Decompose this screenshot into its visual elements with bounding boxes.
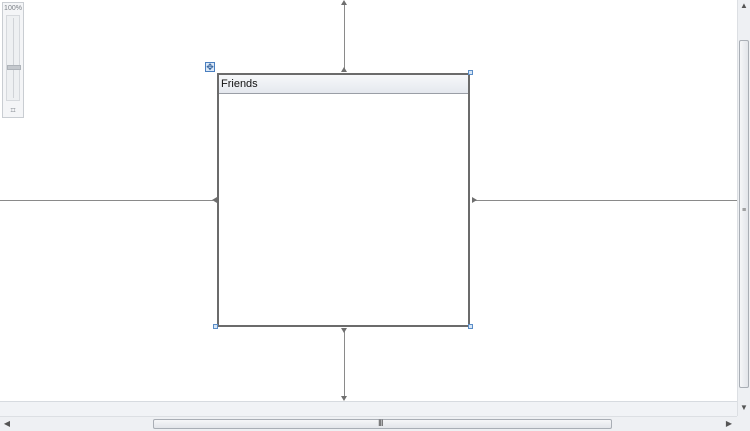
vertical-scroll-thumb[interactable]: ≡ <box>739 40 749 388</box>
anchor-top-icon[interactable] <box>341 67 347 72</box>
scroll-down-icon[interactable]: ▼ <box>739 403 749 413</box>
connector-right <box>475 200 737 201</box>
scroll-right-icon[interactable]: ▶ <box>724 419 734 429</box>
scrollbar-corner <box>737 416 750 431</box>
element-header: Friends <box>219 75 468 94</box>
horizontal-scrollbar[interactable]: ◀ III ▶ <box>0 416 737 431</box>
vertical-scrollbar[interactable]: ▲ ≡ ▼ <box>737 0 750 416</box>
move-handle-icon[interactable]: ✥ <box>205 62 215 72</box>
resize-handle-bottom-left[interactable] <box>213 324 218 329</box>
anchor-right-icon[interactable] <box>472 197 477 203</box>
resize-handle-top-right[interactable] <box>468 70 473 75</box>
horizontal-grip-icon: III <box>378 418 383 428</box>
connector-top <box>344 3 345 71</box>
vertical-grip-icon: ≡ <box>742 207 747 214</box>
zoom-slider[interactable] <box>6 15 21 101</box>
connector-left <box>0 200 213 201</box>
scroll-left-icon[interactable]: ◀ <box>2 419 12 429</box>
canvas-footer-strip <box>0 401 737 416</box>
zoom-control: 100% ⌗ <box>2 2 24 118</box>
fit-to-screen-icon[interactable]: ⌗ <box>7 105 19 115</box>
anchor-bottom-icon[interactable] <box>341 328 347 333</box>
design-canvas[interactable]: 100% ⌗ ✥ Friends <box>0 0 737 401</box>
horizontal-scroll-thumb[interactable]: III <box>153 418 612 429</box>
zoom-slider-thumb[interactable] <box>7 65 21 70</box>
connector-top-arrow-icon <box>341 0 347 5</box>
connector-bottom <box>344 330 345 398</box>
zoom-level-label: 100% <box>4 5 22 12</box>
resize-handle-bottom-right[interactable] <box>468 324 473 329</box>
scroll-up-icon[interactable]: ▲ <box>739 1 749 11</box>
selected-element[interactable]: Friends <box>217 73 470 327</box>
